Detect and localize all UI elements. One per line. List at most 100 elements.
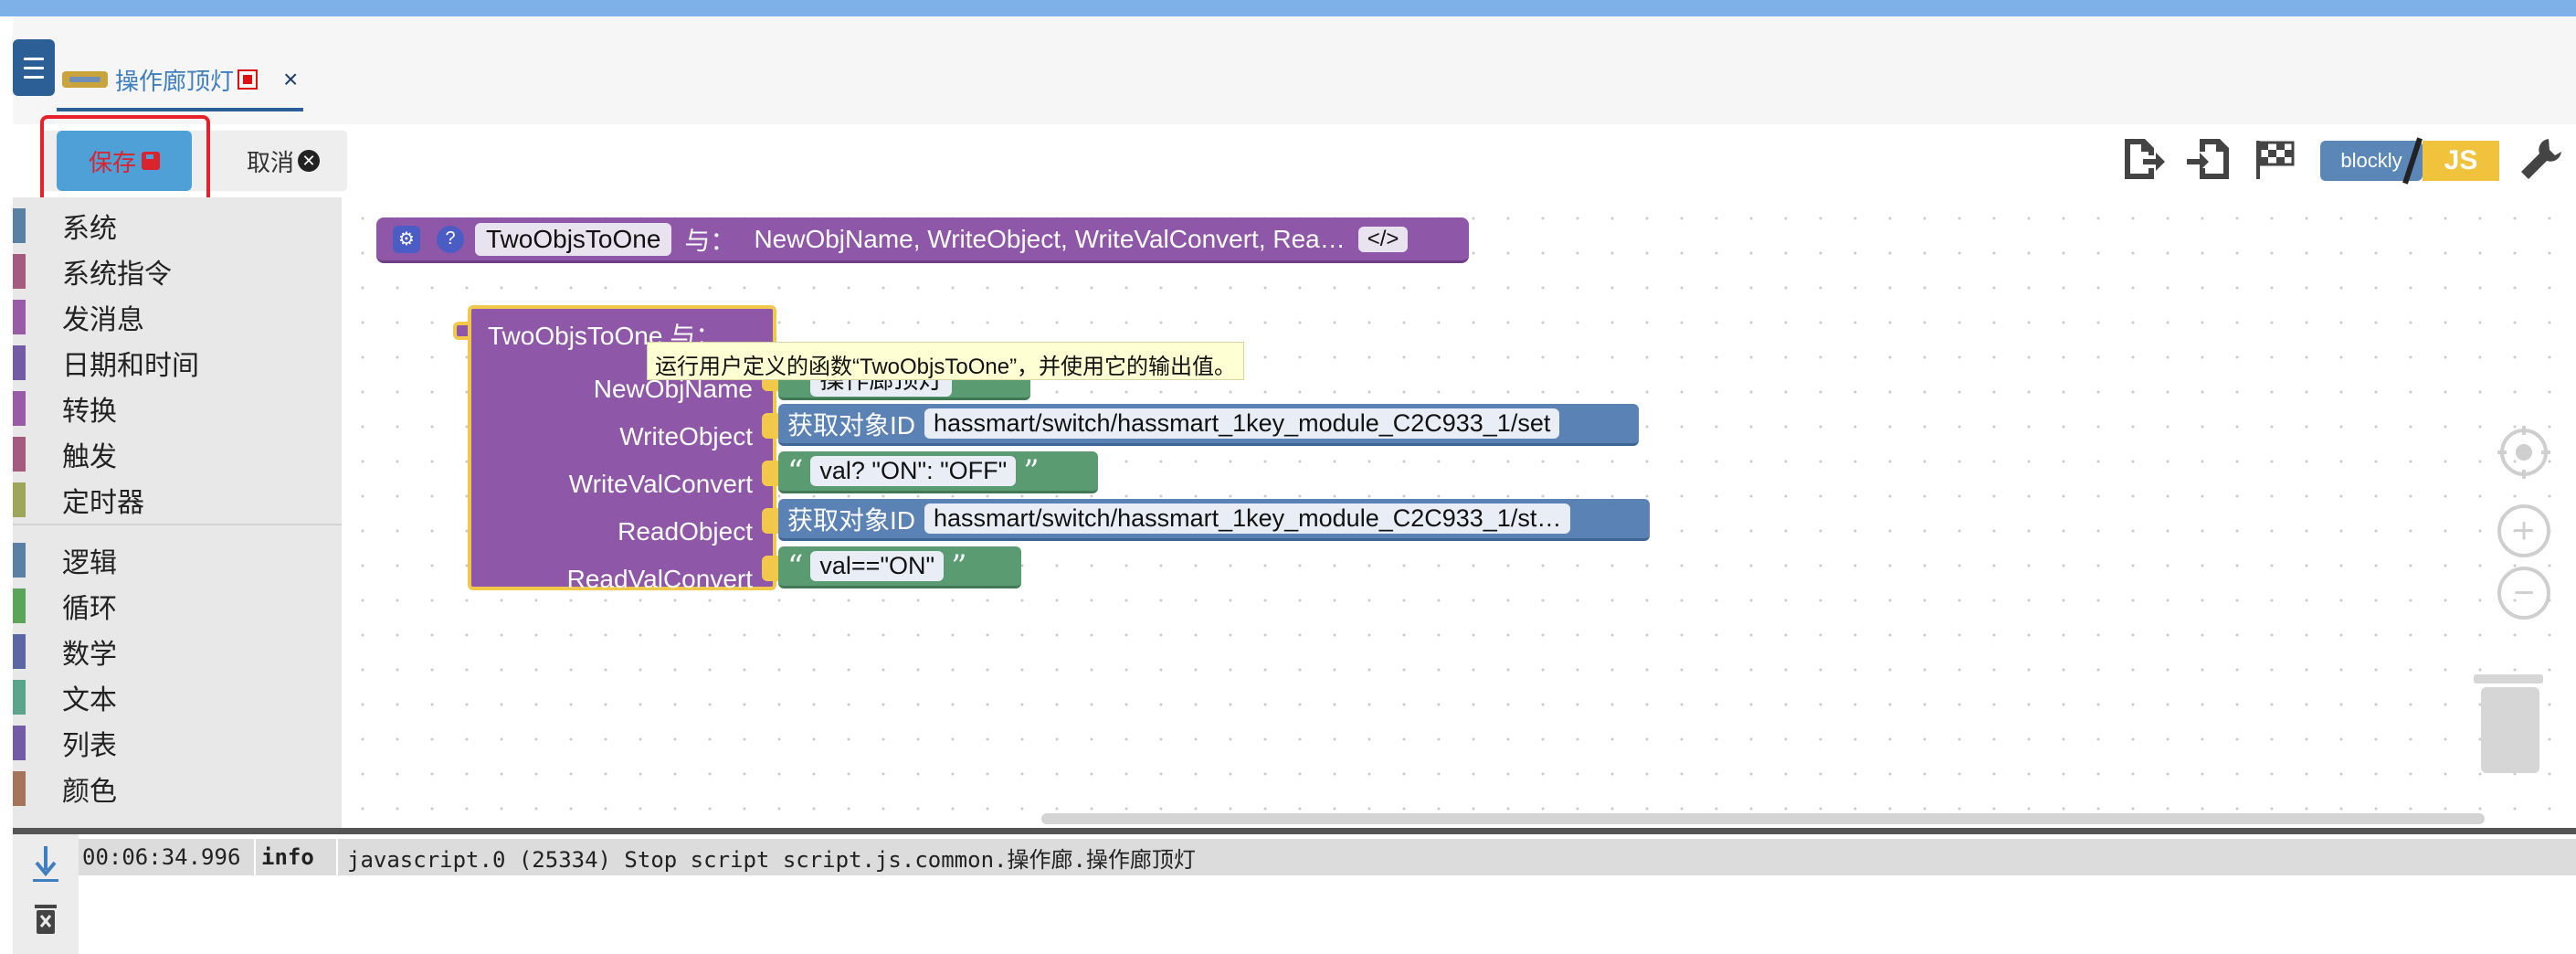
stop-icon [238, 69, 259, 90]
log-level: info [261, 844, 314, 870]
category-color-bar [13, 208, 26, 243]
category-color-bar [13, 771, 26, 806]
gear-icon[interactable]: ⚙ [393, 225, 420, 253]
tab-bar [0, 16, 2576, 124]
menu-line-icon [24, 75, 44, 79]
parameter-list: NewObjName, WriteObject, WriteValConvert… [754, 224, 1346, 253]
zoom-out-icon[interactable]: − [2497, 567, 2550, 620]
input-connector [762, 508, 780, 534]
import-icon[interactable] [2185, 135, 2233, 183]
menu-button[interactable] [13, 39, 55, 96]
help-icon[interactable]: ? [437, 225, 464, 253]
close-quote-icon: ” [951, 547, 967, 585]
category-lists[interactable]: 列表 [13, 720, 342, 766]
category-color-bar [13, 543, 26, 578]
category-label: 数学 [62, 640, 117, 670]
js-label: JS [2423, 141, 2499, 181]
category-send-message[interactable]: 发消息 [13, 294, 342, 340]
category-label: 文本 [62, 685, 117, 716]
object-id-field[interactable]: hassmart/switch/hassmart_1key_module_C2C… [924, 504, 1571, 534]
category-color-bar [13, 680, 26, 715]
input-connector [762, 413, 780, 439]
export-icon[interactable] [2119, 135, 2167, 183]
tab-close-button[interactable]: × [283, 65, 298, 94]
procedure-definition-block[interactable]: ⚙ ? TwoObjsToOne 与： NewObjName, WriteObj… [376, 217, 1469, 263]
text-block-readvalconvert[interactable]: “ val=="ON" ” [778, 546, 1021, 588]
category-convert[interactable]: 转换 [13, 386, 342, 431]
category-label: 日期和时间 [62, 351, 199, 381]
param-label-readobject: ReadObject [618, 517, 753, 546]
cancel-label: 取消 [246, 148, 294, 176]
text-value-field[interactable]: val? "ON": "OFF" [810, 456, 1017, 486]
category-colour[interactable]: 颜色 [13, 766, 342, 811]
left-edge [0, 16, 13, 954]
toolbox-sidebar: 系统 系统指令 发消息 日期和时间 转换 触发 定时器 逻辑 循环 数学 文本 [13, 197, 342, 828]
category-math[interactable]: 数学 [13, 629, 342, 674]
text-value-field[interactable]: val=="ON" [810, 551, 945, 581]
category-color-bar [13, 726, 26, 760]
category-trigger[interactable]: 触发 [13, 431, 342, 477]
category-loops[interactable]: 循环 [13, 583, 342, 629]
blockly-script-icon [62, 71, 108, 88]
text-block-writevalconvert[interactable]: “ val? "ON": "OFF" ” [778, 451, 1098, 493]
category-label: 发消息 [62, 305, 144, 335]
category-color-bar [13, 345, 26, 380]
blockly-js-toggle[interactable]: blockly JS [2320, 137, 2499, 185]
category-logic[interactable]: 逻辑 [13, 537, 342, 583]
function-name-field[interactable]: TwoObjsToOne [475, 222, 672, 256]
wrench-icon[interactable] [2518, 135, 2565, 183]
object-id-field[interactable]: hassmart/switch/hassmart_1key_module_C2C… [924, 408, 1560, 439]
category-color-bar [13, 254, 26, 289]
tab-script[interactable]: 操作廊顶灯 × [57, 48, 301, 111]
trash-icon[interactable] [2472, 674, 2545, 775]
category-label: 触发 [62, 442, 117, 472]
category-color-bar [13, 482, 26, 517]
close-quote-icon: ” [1023, 452, 1040, 490]
log-row: 00:06:34.996 info javascript.0 (25334) S… [79, 839, 2576, 875]
param-label-writeobject: WriteObject [619, 422, 753, 450]
param-label-writevalconvert: WriteValConvert [568, 470, 753, 498]
zoom-in-icon[interactable]: + [2497, 504, 2550, 557]
category-color-bar [13, 588, 26, 623]
get-id-label: 获取对象ID [787, 410, 916, 440]
category-color-bar [13, 300, 26, 334]
category-label: 列表 [62, 731, 117, 761]
with-label: 与： [684, 226, 736, 255]
get-object-id-block[interactable]: 获取对象ID hassmart/switch/hassmart_1key_mod… [778, 404, 1639, 446]
recenter-icon[interactable] [2497, 426, 2550, 479]
browser-top-bar [0, 0, 2576, 16]
category-color-bar [13, 437, 26, 472]
tab-active-underline [57, 108, 303, 111]
get-id-label: 获取对象ID [787, 505, 916, 535]
category-label: 定时器 [62, 488, 144, 518]
category-text[interactable]: 文本 [13, 674, 342, 720]
checkered-flag-icon[interactable] [2251, 135, 2298, 183]
code-icon[interactable]: </> [1357, 226, 1409, 252]
block-tooltip: 运行用户定义的函数“TwoObjsToOne”，并使用它的输出值。 [647, 342, 1245, 380]
category-label: 循环 [62, 594, 117, 624]
category-color-bar [13, 391, 26, 426]
get-object-id-block[interactable]: 获取对象ID hassmart/switch/hassmart_1key_mod… [778, 499, 1650, 541]
clear-log-icon[interactable] [33, 903, 58, 936]
category-system[interactable]: 系统 [13, 203, 342, 249]
input-connector [762, 461, 780, 486]
category-color-bar [13, 634, 26, 669]
annotation-highlight-box [40, 115, 210, 207]
workspace-horizontal-scrollbar[interactable] [1041, 813, 2485, 824]
category-label: 系统 [62, 214, 117, 244]
download-icon[interactable] [31, 844, 60, 883]
category-timer[interactable]: 定时器 [13, 477, 342, 523]
log-timestamp: 00:06:34.996 [82, 844, 241, 870]
cancel-button[interactable]: 取消 ✕ [219, 131, 347, 191]
category-label: 逻辑 [62, 548, 117, 578]
category-separator [13, 524, 342, 525]
category-system-commands[interactable]: 系统指令 [13, 249, 342, 294]
menu-line-icon [24, 57, 44, 60]
menu-line-icon [24, 66, 44, 69]
category-date-time[interactable]: 日期和时间 [13, 340, 342, 386]
open-quote-icon: “ [787, 452, 804, 490]
close-circle-icon: ✕ [298, 150, 320, 172]
open-quote-icon: “ [787, 547, 804, 585]
category-label: 颜色 [62, 777, 117, 807]
tab-title: 操作廊顶灯 [115, 67, 235, 95]
